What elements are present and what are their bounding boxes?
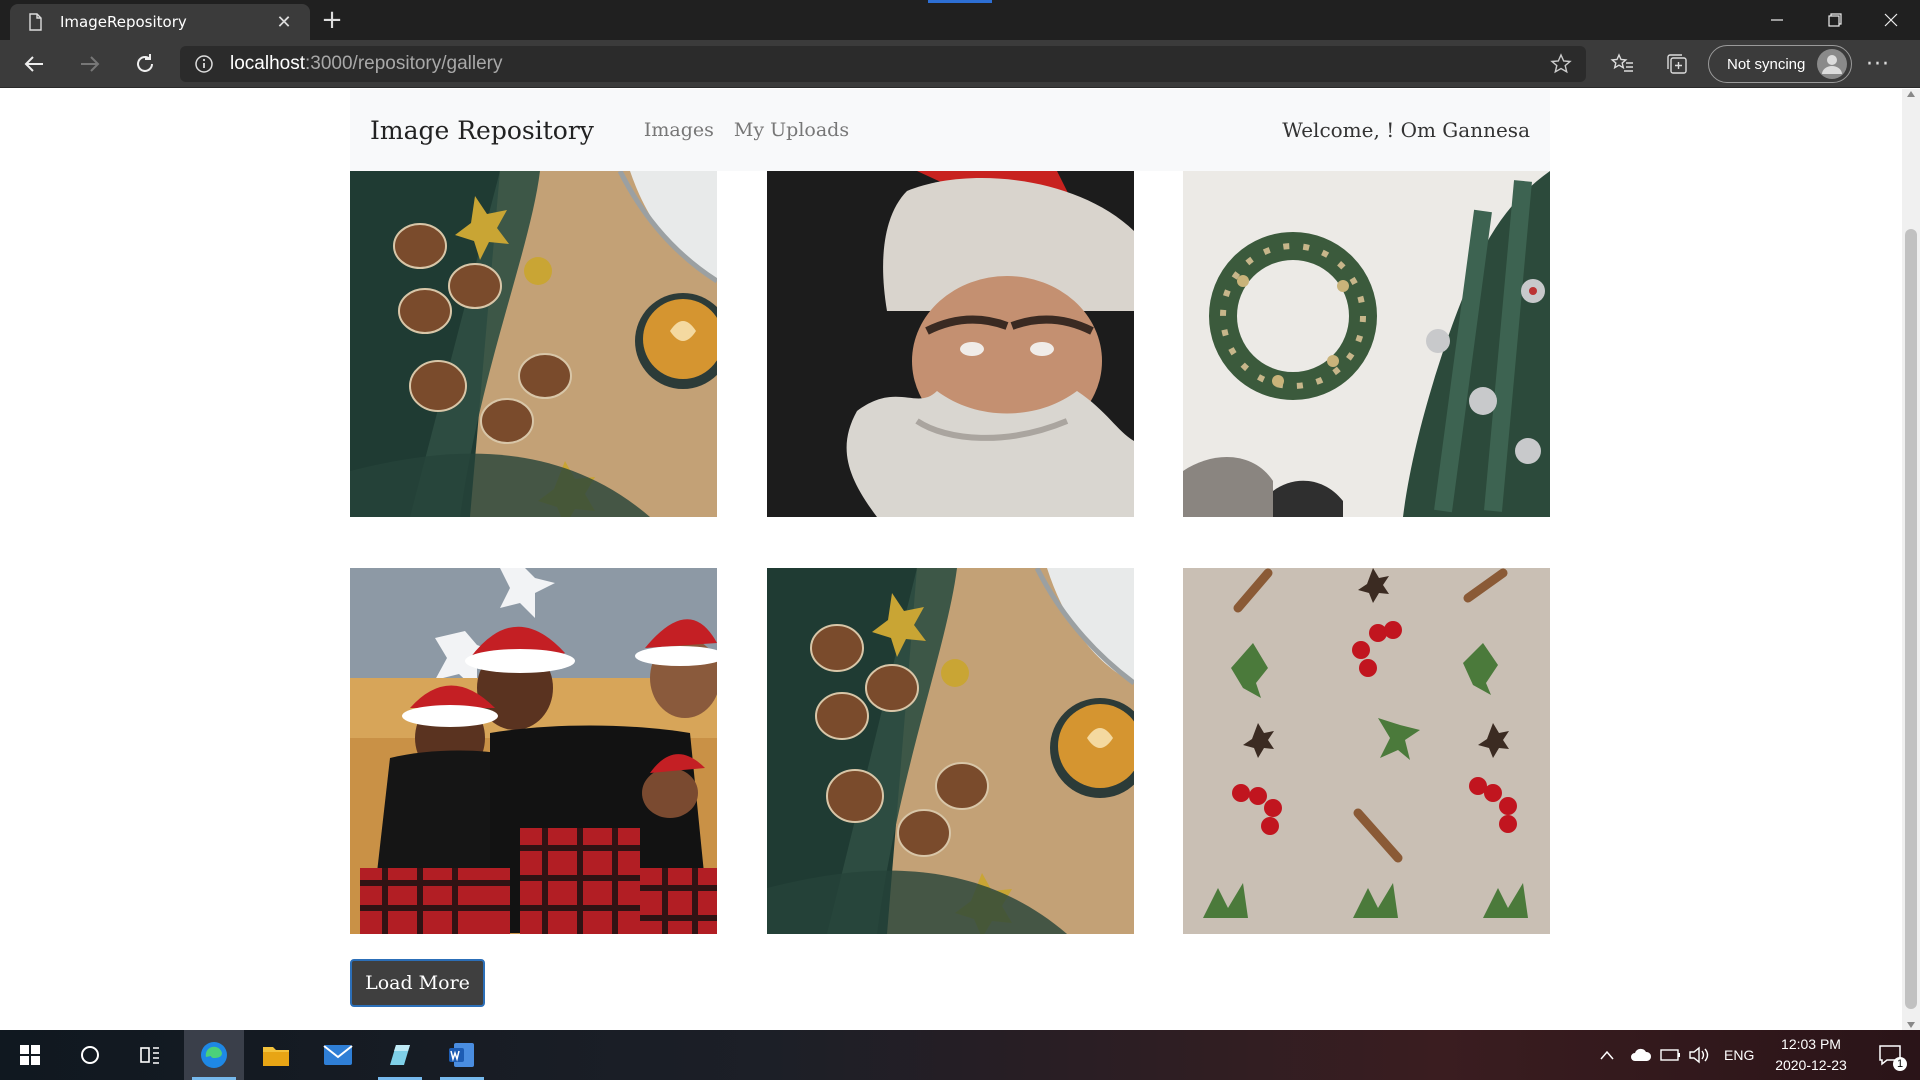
tray-chevron-up-icon[interactable] — [1592, 1030, 1622, 1080]
url-text: localhost:3000/repository/gallery — [230, 53, 503, 75]
task-view-icon[interactable] — [120, 1030, 180, 1080]
gallery-image-santa[interactable] — [767, 171, 1134, 517]
browser-toolbar: localhost:3000/repository/gallery Not sy… — [0, 40, 1920, 88]
taskbar-word-icon[interactable] — [432, 1030, 492, 1080]
gallery-image-pinecones-coffee-2[interactable] — [767, 568, 1134, 934]
taskbar-edge-icon[interactable] — [184, 1030, 244, 1080]
load-more-button[interactable]: Load More — [350, 959, 485, 1007]
browser-tab[interactable]: ImageRepository ✕ — [10, 4, 310, 40]
url-path: :3000/repository/gallery — [305, 53, 503, 74]
language-indicator[interactable]: ENG — [1724, 1047, 1754, 1063]
window-accent — [928, 0, 992, 3]
tab-title: ImageRepository — [60, 13, 187, 31]
close-window-icon[interactable] — [1862, 0, 1920, 40]
profile-avatar-icon — [1817, 49, 1847, 79]
taskbar-app-icon[interactable] — [370, 1030, 430, 1080]
gallery-image-berries-flatlay[interactable] — [1183, 568, 1550, 934]
nav-link-images[interactable]: Images — [644, 119, 714, 141]
start-windows-icon[interactable] — [0, 1030, 60, 1080]
favorite-star-icon[interactable] — [1550, 53, 1572, 75]
clock-date[interactable]: 2020-12-23 — [1766, 1057, 1856, 1073]
forward-icon[interactable] — [72, 48, 108, 80]
gallery-image-family-santa-hats[interactable] — [350, 568, 717, 934]
scroll-up-icon[interactable] — [1907, 91, 1915, 97]
notification-count-badge: 1 — [1893, 1057, 1907, 1071]
site-navbar: Image Repository Images My Uploads Welco… — [350, 89, 1550, 171]
info-icon[interactable] — [194, 54, 214, 74]
search-circle-icon[interactable] — [60, 1030, 120, 1080]
favorites-icon[interactable] — [1608, 50, 1636, 78]
taskbar-mail-icon[interactable] — [308, 1030, 368, 1080]
scroll-down-icon[interactable] — [1907, 1022, 1915, 1028]
welcome-text: Welcome, ! Om Gannesa — [1282, 118, 1530, 142]
browser-titlebar: ImageRepository ✕ + — [0, 0, 1920, 40]
refresh-icon[interactable] — [127, 48, 163, 80]
onedrive-cloud-icon[interactable] — [1626, 1030, 1656, 1080]
volume-icon[interactable] — [1684, 1030, 1714, 1080]
profile-sync-button[interactable]: Not syncing — [1708, 45, 1852, 83]
back-icon[interactable] — [16, 48, 52, 80]
page-scrollbar[interactable] — [1902, 89, 1920, 1030]
new-tab-icon[interactable]: + — [316, 5, 348, 35]
notifications-icon[interactable] — [1868, 1030, 1912, 1080]
nav-link-my-uploads[interactable]: My Uploads — [734, 119, 849, 141]
page-icon — [29, 13, 42, 31]
windows-taskbar: ENG 12:03 PM 2020-12-23 1 — [0, 1030, 1920, 1080]
collections-icon[interactable] — [1663, 50, 1691, 78]
address-bar[interactable]: localhost:3000/repository/gallery — [180, 46, 1586, 82]
scrollbar-thumb[interactable] — [1905, 229, 1917, 1009]
url-host: localhost — [230, 53, 305, 74]
gallery-image-pinecones-coffee[interactable] — [350, 171, 717, 517]
restore-icon[interactable] — [1806, 0, 1864, 40]
battery-icon[interactable] — [1656, 1030, 1686, 1080]
gallery-image-wreath-tree[interactable] — [1183, 171, 1550, 517]
taskbar-file-explorer-icon[interactable] — [246, 1030, 306, 1080]
clock-time[interactable]: 12:03 PM — [1776, 1036, 1846, 1052]
minimize-icon[interactable] — [1748, 0, 1806, 40]
sync-label: Not syncing — [1727, 55, 1806, 73]
page-viewport: Image Repository Images My Uploads Welco… — [0, 89, 1920, 1030]
settings-more-icon[interactable]: ··· — [1866, 52, 1890, 77]
site-brand[interactable]: Image Repository — [370, 116, 594, 145]
tab-close-icon[interactable]: ✕ — [274, 12, 294, 33]
